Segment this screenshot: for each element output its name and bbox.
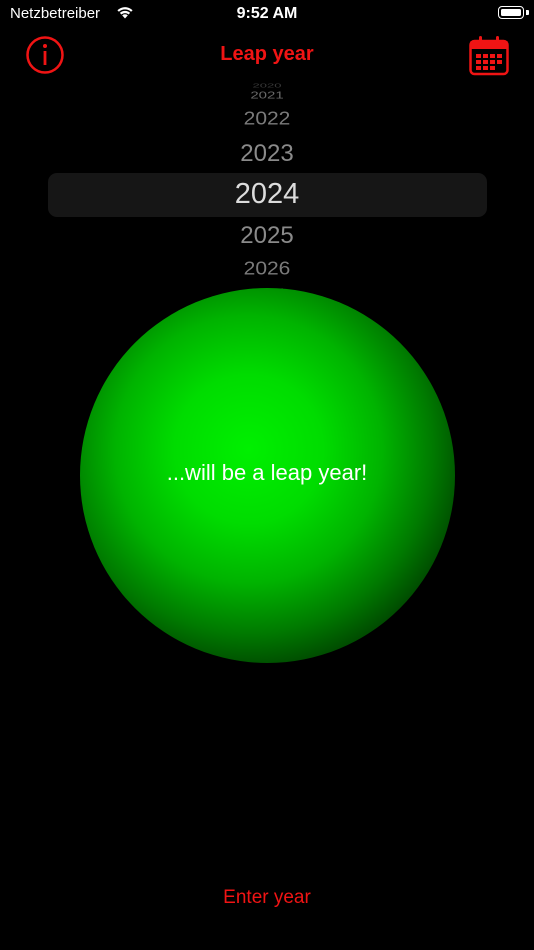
enter-year-button[interactable]: Enter year (0, 886, 534, 910)
picker-row[interactable]: 2023 (0, 140, 534, 168)
battery-icon (498, 6, 524, 19)
battery-tip (526, 10, 529, 15)
app-screen: Netzbetreiber 9:52 AM Leap year 2020 202… (0, 0, 534, 950)
year-picker[interactable]: 2020 2021 2022 2023 2024 2025 2026 2027 … (0, 78, 534, 314)
nav-bar: Leap year (0, 32, 534, 78)
status-bar: Netzbetreiber 9:52 AM (0, 0, 534, 30)
page-title: Leap year (220, 43, 314, 65)
picker-row[interactable]: 2026 (0, 258, 534, 279)
picker-row[interactable]: 2020 (0, 82, 534, 89)
picker-row-selected[interactable]: 2024 (0, 178, 534, 211)
picker-row[interactable]: 2022 (0, 108, 534, 129)
calendar-icon (469, 36, 509, 76)
calendar-button[interactable] (468, 35, 510, 77)
picker-row[interactable]: 2021 (0, 90, 534, 102)
result-message: ...will be a leap year! (166, 460, 368, 485)
picker-row[interactable]: 2025 (0, 222, 534, 250)
clock: 9:52 AM (236, 5, 298, 22)
